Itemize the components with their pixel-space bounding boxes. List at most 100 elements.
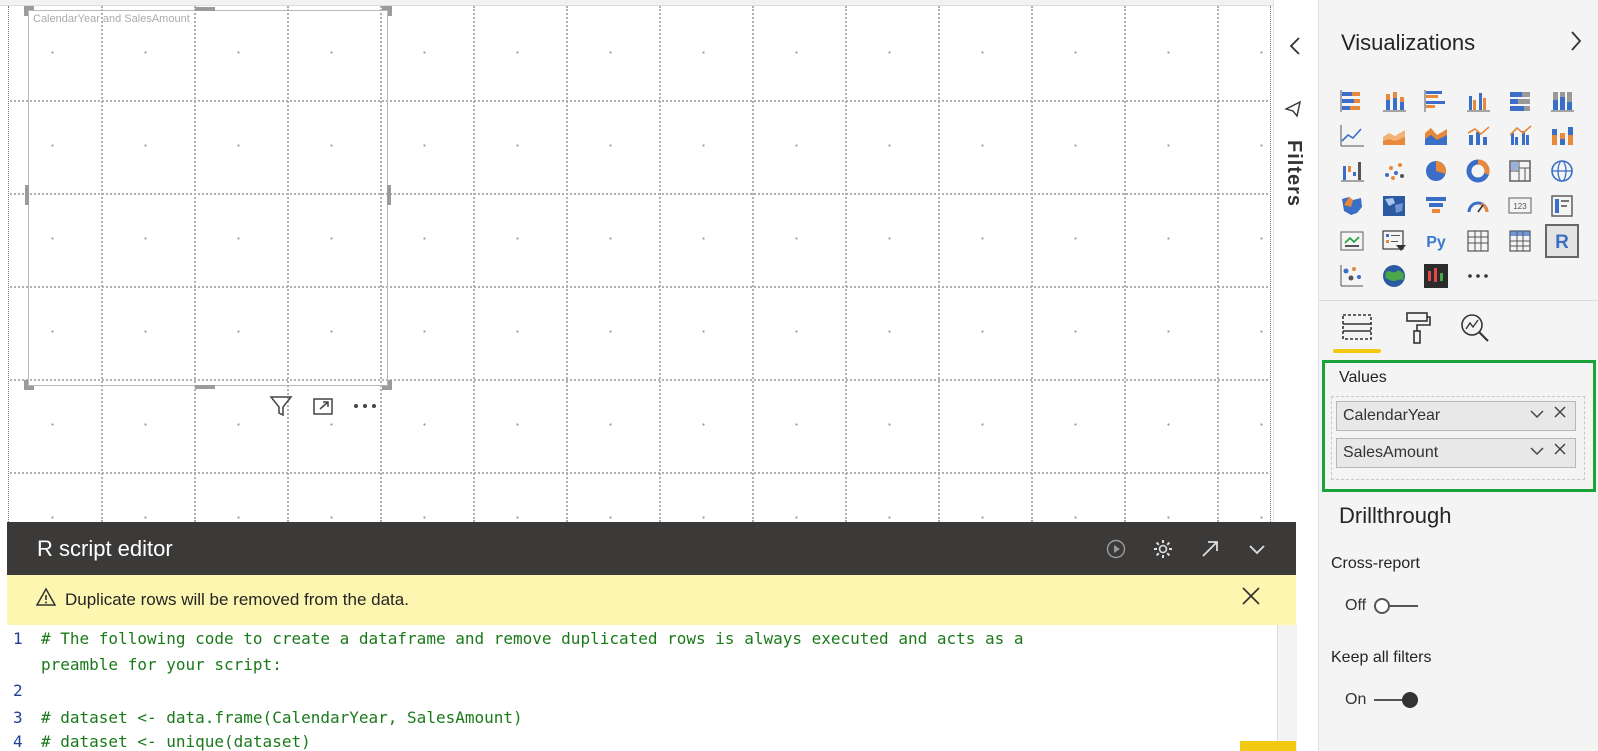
more-visuals-icon[interactable] <box>1463 261 1493 291</box>
stacked-bar-chart-icon[interactable] <box>1337 86 1367 116</box>
gear-icon[interactable] <box>1150 536 1176 562</box>
grid-line <box>1124 6 1126 522</box>
r-visual-placeholder[interactable]: CalendarYear and SalesAmount <box>24 6 392 390</box>
field-name: SalesAmount <box>1343 444 1439 461</box>
area-chart-icon[interactable] <box>1379 121 1409 151</box>
grid-line <box>473 6 475 522</box>
visualizations-title: Visualizations <box>1341 30 1476 55</box>
more-options-icon[interactable] <box>352 393 378 419</box>
clustered-column-chart-icon[interactable] <box>1463 86 1493 116</box>
waterfall-chart-icon[interactable] <box>1337 156 1367 186</box>
field-name: CalendarYear <box>1343 407 1441 424</box>
svg-text:Py: Py <box>1426 234 1446 251</box>
python-visual-icon[interactable]: Py <box>1421 226 1451 256</box>
expand-arrow-icon[interactable] <box>1197 536 1223 562</box>
page-border <box>1270 6 1271 522</box>
filters-pane-collapsed[interactable] <box>1273 0 1297 522</box>
resize-handle[interactable] <box>195 385 215 389</box>
code-text: # dataset <- unique(dataset) <box>41 732 311 751</box>
toggle-switch[interactable] <box>1374 598 1419 614</box>
line-and-stacked-column-chart-icon[interactable] <box>1463 121 1493 151</box>
cross-report-toggle[interactable]: Off <box>1345 597 1419 615</box>
grid-line <box>938 6 940 522</box>
field-pill-salesamount[interactable]: SalesAmount <box>1336 438 1576 468</box>
line-and-clustered-column-chart-icon[interactable] <box>1505 121 1535 151</box>
r-editor-title: R script editor <box>37 536 173 561</box>
pane-tabs <box>1319 300 1598 357</box>
ribbon-chart-icon[interactable] <box>1547 121 1577 151</box>
funnel-icon <box>1284 100 1302 123</box>
resize-handle[interactable] <box>387 185 391 205</box>
stacked-column-chart-icon[interactable] <box>1379 86 1409 116</box>
code-line: 2 <box>7 678 1276 704</box>
cross-report-label: Cross-report <box>1331 555 1420 572</box>
code-text: # dataset <- data.frame(CalendarYear, Sa… <box>41 708 523 727</box>
slicer-icon[interactable] <box>1379 226 1409 256</box>
kpi-icon[interactable] <box>1337 226 1367 256</box>
close-icon[interactable] <box>1240 585 1262 614</box>
paint-roller-icon[interactable] <box>1397 311 1437 345</box>
close-icon[interactable] <box>1553 442 1567 461</box>
shape-map-icon[interactable] <box>1379 191 1409 221</box>
chevron-down-icon[interactable] <box>1529 406 1545 427</box>
run-script-icon[interactable] <box>1103 536 1129 562</box>
matrix-icon[interactable] <box>1505 226 1535 256</box>
gauge-icon[interactable] <box>1463 191 1493 221</box>
svg-text:R: R <box>1555 232 1569 253</box>
code-line: preamble for your script: <box>7 652 1276 678</box>
visual-title: CalendarYear and SalesAmount <box>33 13 190 25</box>
grid-line <box>566 6 568 522</box>
custom-visual-icon[interactable] <box>1421 261 1451 291</box>
focus-mode-icon[interactable] <box>310 393 336 419</box>
line-number: 1 <box>13 629 23 648</box>
r-script-visual-icon[interactable]: R <box>1545 224 1579 258</box>
field-pill-calendaryear[interactable]: CalendarYear <box>1336 401 1576 431</box>
resize-handle[interactable] <box>25 185 29 205</box>
funnel-chart-icon[interactable] <box>1421 191 1451 221</box>
analytics-magnifier-icon[interactable] <box>1455 311 1495 345</box>
code-scrollbar[interactable] <box>1277 625 1297 751</box>
100-stacked-bar-chart-icon[interactable] <box>1505 86 1535 116</box>
key-influencers-icon[interactable] <box>1337 261 1367 291</box>
filled-map-icon[interactable] <box>1337 191 1367 221</box>
resize-handle[interactable] <box>24 380 28 390</box>
card-icon[interactable]: 123 <box>1505 191 1535 221</box>
toggle-state-text: Off <box>1345 597 1367 614</box>
code-editor[interactable]: 1 # The following code to create a dataf… <box>7 625 1276 751</box>
chevron-down-icon[interactable] <box>1529 443 1545 464</box>
keep-all-filters-toggle[interactable]: On <box>1345 691 1419 709</box>
pie-chart-icon[interactable] <box>1421 156 1451 186</box>
keep-all-filters-label: Keep all filters <box>1331 649 1432 666</box>
map-icon[interactable] <box>1547 156 1577 186</box>
donut-chart-icon[interactable] <box>1463 156 1493 186</box>
toggle-switch[interactable] <box>1374 692 1419 708</box>
filters-label[interactable]: Filters <box>1282 140 1305 207</box>
grid-line <box>10 472 1268 474</box>
resize-handle[interactable] <box>388 6 392 16</box>
values-drop-zone[interactable]: CalendarYear SalesAmount <box>1331 396 1585 480</box>
clustered-bar-chart-icon[interactable] <box>1421 86 1451 116</box>
table-icon[interactable] <box>1463 226 1493 256</box>
grid-line <box>845 6 847 522</box>
resize-handle[interactable] <box>388 380 392 390</box>
grid-line <box>1217 6 1219 522</box>
resize-handle[interactable] <box>24 6 28 16</box>
multi-row-card-icon[interactable] <box>1547 191 1577 221</box>
fields-tab-icon[interactable] <box>1337 311 1377 345</box>
scatter-chart-icon[interactable] <box>1379 156 1409 186</box>
line-chart-icon[interactable] <box>1337 121 1367 151</box>
filter-icon[interactable] <box>268 393 294 419</box>
chevron-down-icon[interactable] <box>1244 536 1270 562</box>
100-stacked-column-chart-icon[interactable] <box>1547 86 1577 116</box>
drillthrough-title: Drillthrough <box>1339 503 1452 528</box>
treemap-icon[interactable] <box>1505 156 1535 186</box>
report-canvas[interactable]: CalendarYear and SalesAmount <box>0 0 1296 522</box>
arcgis-map-icon[interactable] <box>1379 261 1409 291</box>
close-icon[interactable] <box>1553 405 1567 424</box>
resize-handle[interactable] <box>195 7 215 11</box>
stacked-area-chart-icon[interactable] <box>1421 121 1451 151</box>
chevron-right-icon[interactable] <box>1569 30 1583 58</box>
chevron-left-icon[interactable] <box>1288 36 1302 62</box>
grid-line <box>1031 6 1033 522</box>
page-tab-indicator <box>1240 741 1296 751</box>
